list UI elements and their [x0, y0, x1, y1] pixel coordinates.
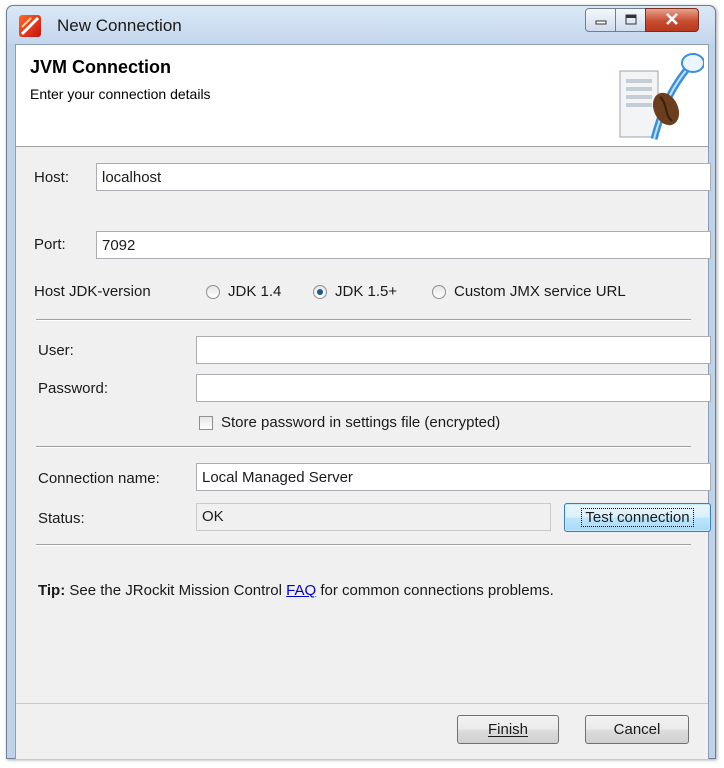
- banner-subtitle: Enter your connection details: [30, 86, 211, 102]
- port-label: Port:: [34, 236, 66, 253]
- cancel-label: Cancel: [613, 721, 661, 738]
- port-input[interactable]: [96, 231, 711, 259]
- user-input[interactable]: [196, 336, 711, 364]
- status-value: OK: [196, 503, 551, 531]
- custom-jmx-label[interactable]: Custom JMX service URL: [454, 283, 626, 300]
- minimize-icon: [595, 12, 607, 29]
- header-banner: JVM Connection Enter your connection det…: [16, 45, 708, 147]
- maximize-icon: [625, 12, 637, 29]
- jdk-15-radio[interactable]: [313, 285, 327, 299]
- radio-selected-dot: [317, 289, 323, 295]
- title-bar[interactable]: New Connection: [7, 6, 715, 44]
- finish-button[interactable]: Finish: [457, 715, 559, 744]
- custom-jmx-radio[interactable]: [432, 285, 446, 299]
- window-title: New Connection: [57, 16, 182, 35]
- separator: [36, 446, 691, 448]
- password-input[interactable]: [196, 374, 711, 402]
- footer-separator: [16, 703, 708, 704]
- tip-text: Tip: See the JRockit Mission Control FAQ…: [38, 582, 554, 599]
- dialog-body: JVM Connection Enter your connection det…: [15, 44, 711, 759]
- jdk-version-label: Host JDK-version: [34, 283, 151, 300]
- test-connection-label: Test connection: [581, 508, 694, 527]
- minimize-button[interactable]: [585, 8, 617, 32]
- cancel-button[interactable]: Cancel: [585, 715, 689, 744]
- dialog-window: New Connection JVM Connection Enter your…: [6, 5, 716, 759]
- tip-text-after: for common connections problems.: [316, 582, 554, 599]
- separator: [36, 319, 691, 321]
- finish-label: Finish: [487, 721, 528, 738]
- tip-text-before: See the JRockit Mission Control: [65, 582, 287, 599]
- status-label: Status:: [38, 510, 85, 527]
- test-connection-button[interactable]: Test connection: [564, 503, 711, 532]
- user-label: User:: [38, 342, 74, 359]
- separator: [36, 544, 691, 546]
- app-icon: [19, 15, 41, 37]
- jvm-connection-icon: [614, 49, 705, 147]
- store-password-label[interactable]: Store password in settings file (encrypt…: [221, 414, 500, 431]
- faq-link[interactable]: FAQ: [286, 582, 316, 599]
- host-input[interactable]: [96, 163, 711, 191]
- connection-name-label: Connection name:: [38, 470, 160, 487]
- store-password-checkbox[interactable]: [199, 416, 213, 430]
- jdk-14-radio[interactable]: [206, 285, 220, 299]
- maximize-button[interactable]: [615, 8, 647, 32]
- jdk-14-label[interactable]: JDK 1.4: [228, 283, 281, 300]
- tip-prefix: Tip:: [38, 582, 66, 599]
- password-label: Password:: [38, 380, 109, 397]
- close-button[interactable]: [645, 8, 699, 32]
- jdk-15-label[interactable]: JDK 1.5+: [335, 283, 397, 300]
- connection-name-input[interactable]: [196, 463, 711, 491]
- banner-title: JVM Connection: [30, 57, 172, 77]
- host-label: Host:: [34, 169, 70, 186]
- close-icon: [665, 12, 679, 29]
